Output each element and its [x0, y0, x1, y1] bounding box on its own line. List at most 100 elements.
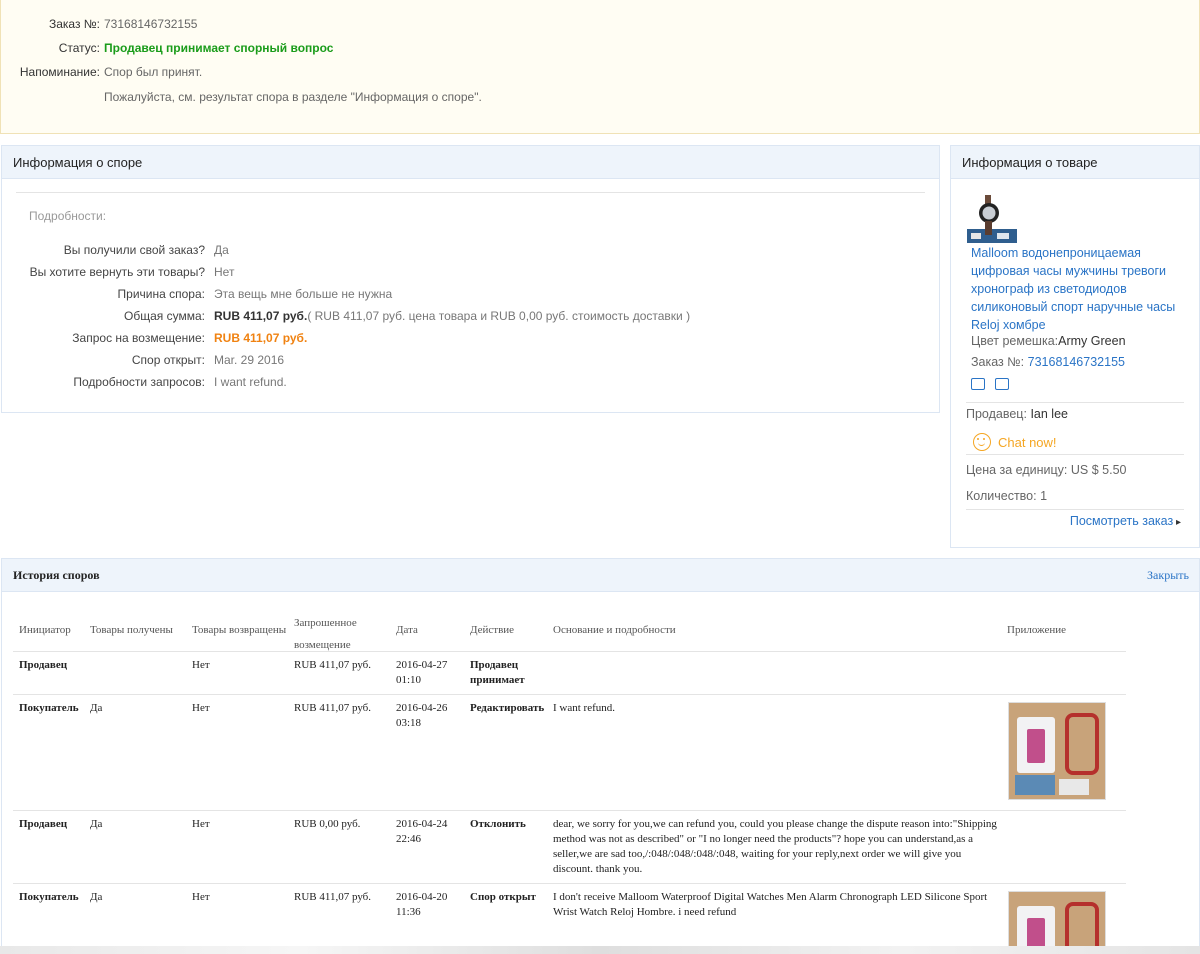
- row-date: 2016-04-20 11:36: [396, 890, 456, 920]
- row-received: Да: [90, 891, 103, 903]
- seller-row: Продавец: Ian lee: [966, 407, 1068, 421]
- col-refund: Запрошенное возмещение: [294, 617, 357, 651]
- shipping-icon[interactable]: [971, 378, 985, 390]
- attachment-image[interactable]: [1008, 891, 1106, 947]
- row-date-time: 22:46: [396, 833, 422, 845]
- seller-label: Продавец:: [966, 407, 1027, 421]
- info-label: Вы хотите вернуть эти товары?: [29, 265, 205, 279]
- view-order-link[interactable]: Посмотреть заказ: [1070, 514, 1181, 528]
- row-action: Продавец принимает: [470, 659, 525, 686]
- col-returned: Товары возвращены: [192, 624, 287, 636]
- product-thumbnail[interactable]: [967, 193, 1017, 243]
- order-icons: [971, 378, 1009, 390]
- info-value: RUB 411,07 руб.( RUB 411,07 руб. цена то…: [214, 308, 690, 324]
- dispute-history-title: История споров: [2, 559, 1199, 592]
- row-reason: I don't receive Malloom Waterproof Digit…: [553, 891, 988, 918]
- col-reason: Основание и подробности: [553, 624, 676, 636]
- info-label: Общая сумма:: [124, 309, 205, 323]
- info-value: Mar. 29 2016: [214, 353, 285, 367]
- qty-value: 1: [1040, 489, 1048, 503]
- row-received: Да: [90, 702, 103, 714]
- product-order: Заказ №: 73168146732155: [971, 355, 1125, 369]
- info-row-received: Вы получили свой заказ? Да: [2, 242, 229, 258]
- row-date-time: 01:10: [396, 674, 422, 686]
- card-icon[interactable]: [995, 378, 1009, 390]
- info-row-opened: Спор открыт: Mar. 29 2016: [2, 352, 284, 368]
- price-value: US $ 5.50: [1070, 463, 1127, 477]
- info-label: Вы получили свой заказ?: [63, 243, 205, 257]
- attachment-image[interactable]: [1008, 702, 1106, 800]
- info-row-return: Вы хотите вернуть эти товары? Нет: [2, 264, 235, 280]
- divider: [966, 509, 1184, 510]
- row-returned: Нет: [192, 659, 210, 671]
- row-date: 2016-04-27 01:10: [396, 658, 456, 688]
- info-label: Запрос на возмещение:: [72, 331, 205, 345]
- reminder-text-2: Пожалуйста, см. результат спора в раздел…: [104, 90, 482, 104]
- row-date: 2016-04-24 22:46: [396, 817, 456, 847]
- taskbar-strip: [0, 946, 1200, 954]
- total-amount: RUB 411,07 руб.: [214, 309, 308, 323]
- row-initiator: Продавец: [19, 818, 68, 830]
- divider: [16, 192, 925, 193]
- row-action: Спор открыт: [470, 891, 536, 903]
- details-title: Подробности:: [29, 209, 107, 223]
- order-number-row: Заказ №: 73168146732155: [1, 16, 197, 32]
- row-refund: RUB 411,07 руб.: [294, 891, 372, 903]
- qty-label: Количество:: [966, 489, 1037, 503]
- quantity-row: Количество: 1: [966, 489, 1047, 503]
- reminder-text: Спор был принят.: [104, 65, 203, 79]
- col-initiator: Инициатор: [19, 624, 71, 636]
- row-date-time: 11:36: [396, 906, 421, 918]
- dispute-info-panel: Информация о споре Подробности: Вы получ…: [1, 145, 940, 413]
- product-order-label: Заказ №:: [971, 355, 1025, 369]
- info-value: Эта вещь мне больше не нужна: [214, 287, 393, 301]
- row-returned: Нет: [192, 891, 210, 903]
- row-date-day: 2016-04-20: [396, 891, 448, 903]
- total-breakdown: ( RUB 411,07 руб. цена товара и RUB 0,00…: [307, 309, 691, 323]
- reminder-label: Напоминание:: [19, 65, 100, 79]
- divider: [966, 454, 1184, 455]
- history-row: Продавец Да Нет RUB 0,00 руб. 2016-04-24…: [13, 811, 1126, 884]
- info-row-refund: Запрос на возмещение: RUB 411,07 руб.: [2, 330, 307, 346]
- history-header: Инициатор Товары получены Товары возвращ…: [13, 607, 1126, 652]
- dispute-info-title: Информация о споре: [2, 146, 939, 179]
- chat-now-button[interactable]: Chat now!: [973, 433, 1057, 451]
- seller-name: Ian lee: [1030, 407, 1068, 421]
- unit-price-row: Цена за единицу: US $ 5.50: [966, 463, 1126, 477]
- row-date-day: 2016-04-24: [396, 818, 448, 830]
- reminder-row: Напоминание: Спор был принят.: [1, 64, 202, 80]
- divider: [966, 402, 1184, 403]
- product-title-link[interactable]: Malloom водонепроницаемая цифровая часы …: [971, 244, 1193, 334]
- status-label: Статус:: [58, 41, 100, 55]
- col-received: Товары получены: [90, 624, 173, 636]
- history-row: Покупатель Да Нет RUB 411,07 руб. 2016-0…: [13, 695, 1126, 811]
- order-number-value: 73168146732155: [104, 17, 198, 31]
- row-initiator: Покупатель: [19, 891, 79, 903]
- row-date-time: 03:18: [396, 717, 422, 729]
- row-initiator: Покупатель: [19, 702, 79, 714]
- row-returned: Нет: [192, 702, 210, 714]
- history-row: Покупатель Да Нет RUB 411,07 руб. 2016-0…: [13, 884, 1126, 954]
- price-label: Цена за единицу:: [966, 463, 1068, 477]
- close-link[interactable]: Закрыть: [1147, 568, 1189, 583]
- strap-label: Цвет ремешка:: [971, 334, 1059, 348]
- row-received: Да: [90, 818, 103, 830]
- info-row-reason: Причина спора: Эта вещь мне больше не ну…: [2, 286, 393, 302]
- row-date-day: 2016-04-26: [396, 702, 448, 714]
- history-row: Продавец Нет RUB 411,07 руб. 2016-04-27 0…: [13, 652, 1126, 695]
- row-refund: RUB 411,07 руб.: [294, 702, 372, 714]
- dispute-history-panel: История споров Закрыть Инициатор Товары …: [1, 558, 1200, 954]
- row-reason: I want refund.: [553, 702, 616, 714]
- col-action: Действие: [470, 624, 515, 636]
- product-info-title: Информация о товаре: [951, 146, 1199, 179]
- info-row-total: Общая сумма: RUB 411,07 руб.( RUB 411,07…: [2, 308, 690, 324]
- strap-value: Army Green: [1058, 334, 1126, 348]
- status-value: Продавец принимает спорный вопрос: [104, 41, 334, 55]
- history-table: Инициатор Товары получены Товары возвращ…: [13, 607, 1126, 954]
- product-order-link[interactable]: 73168146732155: [1028, 355, 1125, 369]
- row-refund: RUB 0,00 руб.: [294, 818, 361, 830]
- status-row: Статус: Продавец принимает спорный вопро…: [1, 40, 334, 56]
- row-refund: RUB 411,07 руб.: [294, 659, 372, 671]
- info-value: Нет: [214, 265, 235, 279]
- product-info-panel: Информация о товаре Malloom водонепрониц…: [950, 145, 1200, 548]
